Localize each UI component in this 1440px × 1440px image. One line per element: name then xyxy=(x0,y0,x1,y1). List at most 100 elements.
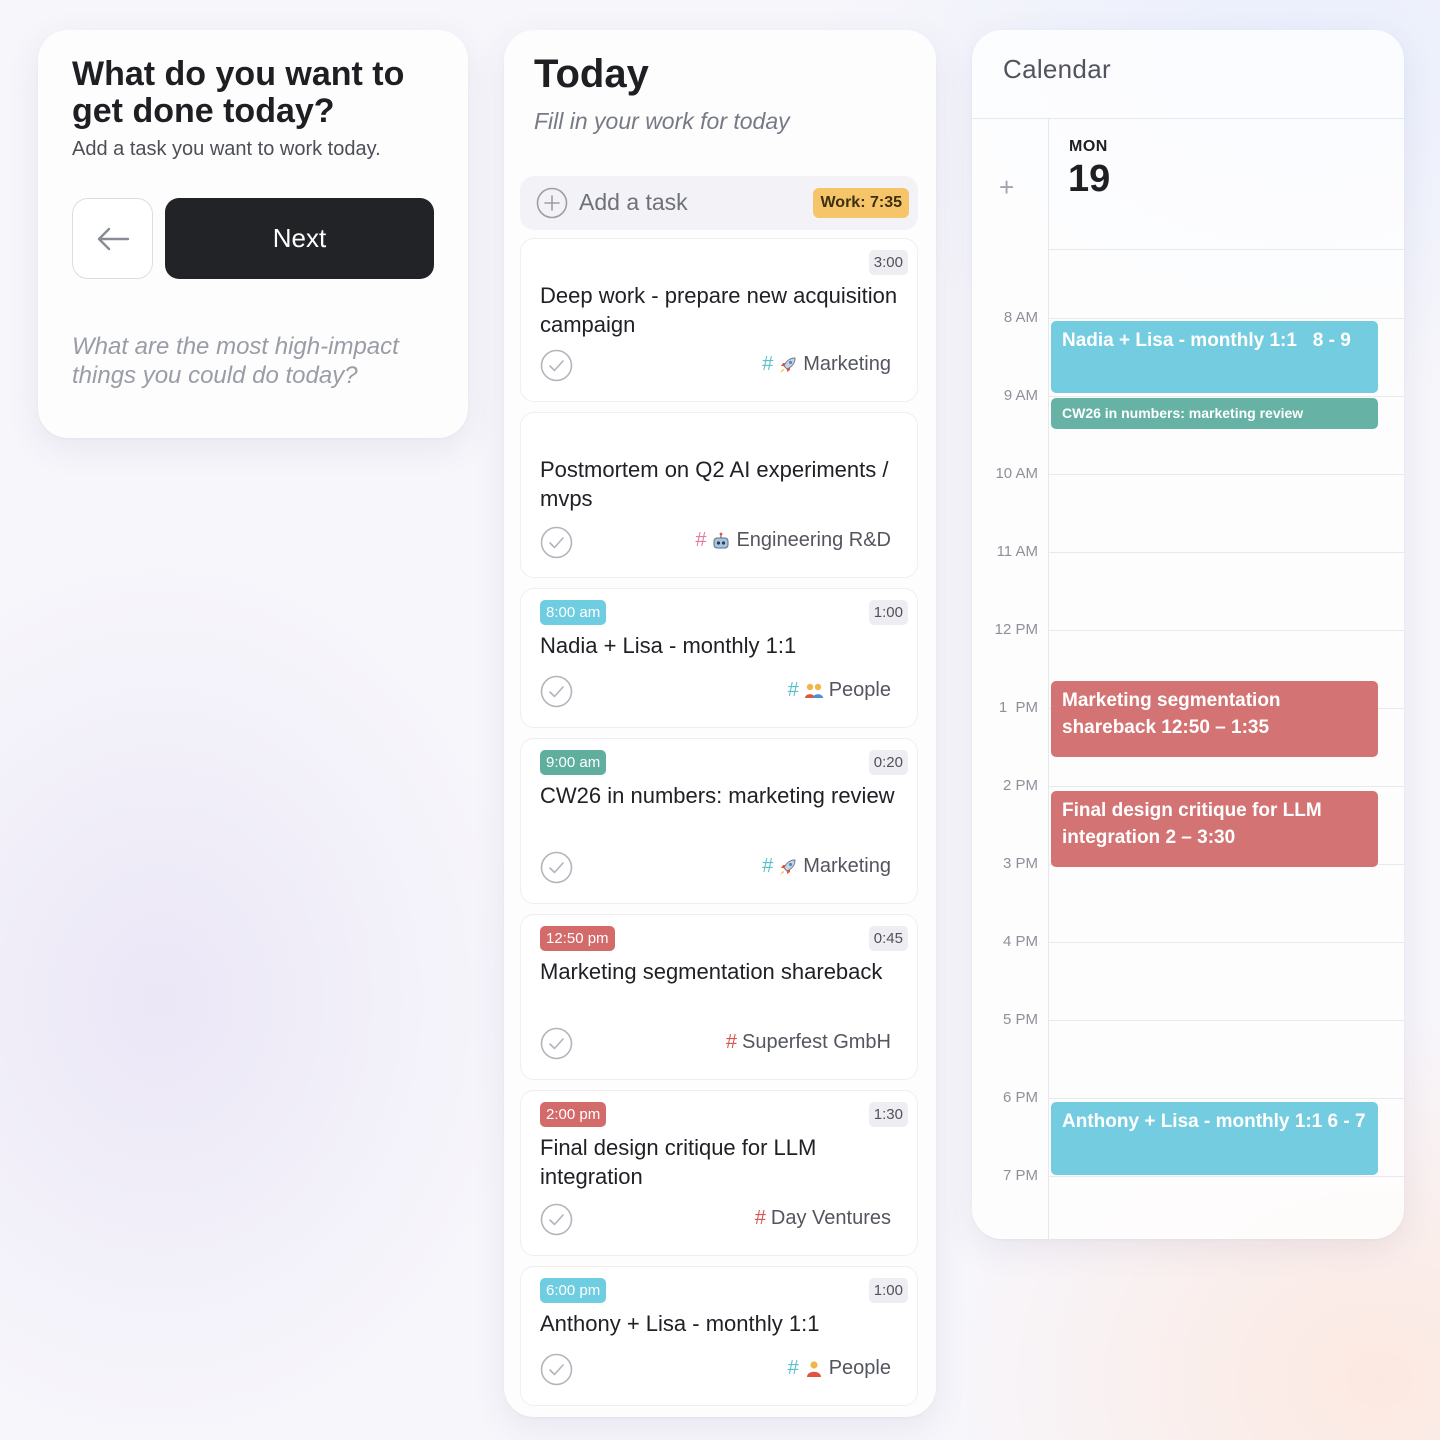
time-badge: 12:50 pm xyxy=(540,926,615,951)
hour-label: 5 PM xyxy=(1002,1011,1038,1028)
hour-line xyxy=(1048,318,1404,319)
duration-badge: 1:00 xyxy=(868,600,908,625)
check-circle-icon[interactable] xyxy=(540,1027,573,1060)
tag-label: Marketing xyxy=(803,855,891,877)
hour-label: 3 PM xyxy=(1002,855,1038,872)
hour-label: 4 PM xyxy=(1002,933,1038,950)
task-card[interactable]: Postmortem on Q2 AI experiments / mvps #… xyxy=(520,412,918,578)
hour-label: 12 PM xyxy=(994,621,1038,638)
task-tag[interactable]: # Superfest GmbH xyxy=(726,1031,891,1054)
calendar-event[interactable]: Nadia + Lisa - monthly 1:1 8 - 9 xyxy=(1051,321,1378,393)
duration-badge: 1:00 xyxy=(868,1278,908,1303)
hour-label: 11 AM xyxy=(996,543,1038,560)
people-icon xyxy=(804,683,823,698)
check-circle-icon[interactable] xyxy=(540,526,573,559)
task-prompt-card: What do you want to get done today? Add … xyxy=(38,30,468,438)
tag-label: Day Ventures xyxy=(770,1207,891,1229)
hash-icon: # xyxy=(754,1207,766,1229)
calendar-panel: Calendar + MON 19 8 AM 9 AM 10 AM 11 AM … xyxy=(972,30,1404,1239)
work-total-badge: Work: 7:35 xyxy=(813,188,909,218)
task-tag[interactable]: # Day Ventures xyxy=(755,1207,891,1230)
task-card[interactable]: 9:00 am 0:20 CW26 in numbers: marketing … xyxy=(520,738,918,904)
hour-line xyxy=(1048,552,1404,553)
task-tag[interactable]: # Marketing xyxy=(762,353,891,376)
duration-badge: 0:45 xyxy=(868,926,908,951)
task-title[interactable]: Final design critique for LLM integratio… xyxy=(540,1133,910,1191)
hour-line xyxy=(1048,630,1404,631)
task-card[interactable]: 2:00 pm 1:30 Final design critique for L… xyxy=(520,1090,918,1256)
today-title: Today xyxy=(534,52,649,96)
left-arrow-icon xyxy=(97,227,129,250)
task-card[interactable]: 8:00 am 1:00 Nadia + Lisa - monthly 1:1 … xyxy=(520,588,918,728)
all-day-divider xyxy=(1048,249,1404,250)
task-title[interactable]: Anthony + Lisa - monthly 1:1 xyxy=(540,1309,910,1338)
person-icon xyxy=(806,1360,821,1377)
task-title[interactable]: Postmortem on Q2 AI experiments / mvps xyxy=(540,455,910,513)
add-task-row[interactable]: Add a task Work: 7:35 xyxy=(520,176,918,230)
hash-icon: # xyxy=(695,529,707,551)
prompt-hint: What are the most high-impact things you… xyxy=(72,333,399,389)
duration-badge: 0:20 xyxy=(868,750,908,775)
hour-label: 10 AM xyxy=(995,465,1038,482)
check-circle-icon[interactable] xyxy=(540,349,573,382)
task-tag[interactable]: # Engineering R&D xyxy=(695,529,891,552)
calendar-event[interactable]: Anthony + Lisa - monthly 1:1 6 - 7 xyxy=(1051,1102,1378,1175)
rocket-icon xyxy=(780,356,796,373)
check-circle-icon[interactable] xyxy=(540,851,573,884)
hash-icon: # xyxy=(762,855,774,877)
tag-label: People xyxy=(828,1357,891,1379)
tag-label: Marketing xyxy=(803,353,891,375)
add-task-label[interactable]: Add a task xyxy=(579,189,688,216)
task-title[interactable]: Deep work - prepare new acquisition camp… xyxy=(540,281,910,339)
task-card[interactable]: 6:00 pm 1:00 Anthony + Lisa - monthly 1:… xyxy=(520,1266,918,1406)
hour-line xyxy=(1048,942,1404,943)
day-number[interactable]: 19 xyxy=(1068,158,1110,201)
task-tag[interactable]: # People xyxy=(788,1357,891,1380)
task-title[interactable]: Nadia + Lisa - monthly 1:1 xyxy=(540,631,910,660)
prompt-subtitle: Add a task you want to work today. xyxy=(72,138,381,160)
time-badge: 8:00 am xyxy=(540,600,607,625)
plus-icon[interactable]: + xyxy=(999,172,1014,203)
check-circle-icon[interactable] xyxy=(540,675,573,708)
duration-badge: 3:00 xyxy=(868,250,908,275)
calendar-event[interactable]: Marketing segmentation shareback 12:50 –… xyxy=(1051,681,1378,757)
task-tag[interactable]: # People xyxy=(788,679,891,702)
hour-line xyxy=(1048,786,1404,787)
hour-label: 1 PM xyxy=(998,699,1038,716)
hour-line xyxy=(1048,474,1404,475)
time-gutter-divider xyxy=(1048,118,1049,1239)
duration-badge: 1:30 xyxy=(868,1102,908,1127)
hour-line xyxy=(1048,1020,1404,1021)
add-circle-icon[interactable] xyxy=(536,187,568,219)
tag-label: Engineering R&D xyxy=(736,529,891,551)
task-title[interactable]: Marketing segmentation shareback xyxy=(540,957,910,986)
task-title[interactable]: CW26 in numbers: marketing review xyxy=(540,781,910,810)
tag-label: People xyxy=(828,679,891,701)
task-card[interactable]: 12:50 pm 0:45 Marketing segmentation sha… xyxy=(520,914,918,1080)
hash-icon: # xyxy=(762,353,774,375)
hour-label: 2 PM xyxy=(1002,777,1038,794)
hour-line xyxy=(1048,396,1404,397)
header-divider xyxy=(972,118,1404,119)
calendar-event[interactable]: Final design critique for LLM integratio… xyxy=(1051,791,1378,867)
hour-label: 6 PM xyxy=(1002,1089,1038,1106)
check-circle-icon[interactable] xyxy=(540,1353,573,1386)
time-badge: 2:00 pm xyxy=(540,1102,607,1127)
day-of-week: MON xyxy=(1069,138,1108,155)
time-badge: 9:00 am xyxy=(540,750,607,775)
task-card[interactable]: 3:00 Deep work - prepare new acquisition… xyxy=(520,238,918,402)
robot-icon xyxy=(713,532,729,548)
calendar-event[interactable]: CW26 in numbers: marketing review xyxy=(1051,398,1378,429)
hour-label: 7 PM xyxy=(1002,1167,1038,1184)
rocket-icon xyxy=(780,858,796,875)
prompt-title: What do you want to get done today? xyxy=(72,55,405,130)
check-circle-icon[interactable] xyxy=(540,1203,573,1236)
back-button[interactable] xyxy=(72,198,153,279)
today-panel: Today Fill in your work for today Add a … xyxy=(504,30,936,1417)
hour-label: 8 AM xyxy=(1003,309,1038,326)
task-tag[interactable]: # Marketing xyxy=(762,855,891,878)
next-button[interactable]: Next xyxy=(165,198,434,279)
hour-line xyxy=(1048,1098,1404,1099)
hash-icon: # xyxy=(787,1357,799,1379)
today-subtitle: Fill in your work for today xyxy=(534,108,790,134)
